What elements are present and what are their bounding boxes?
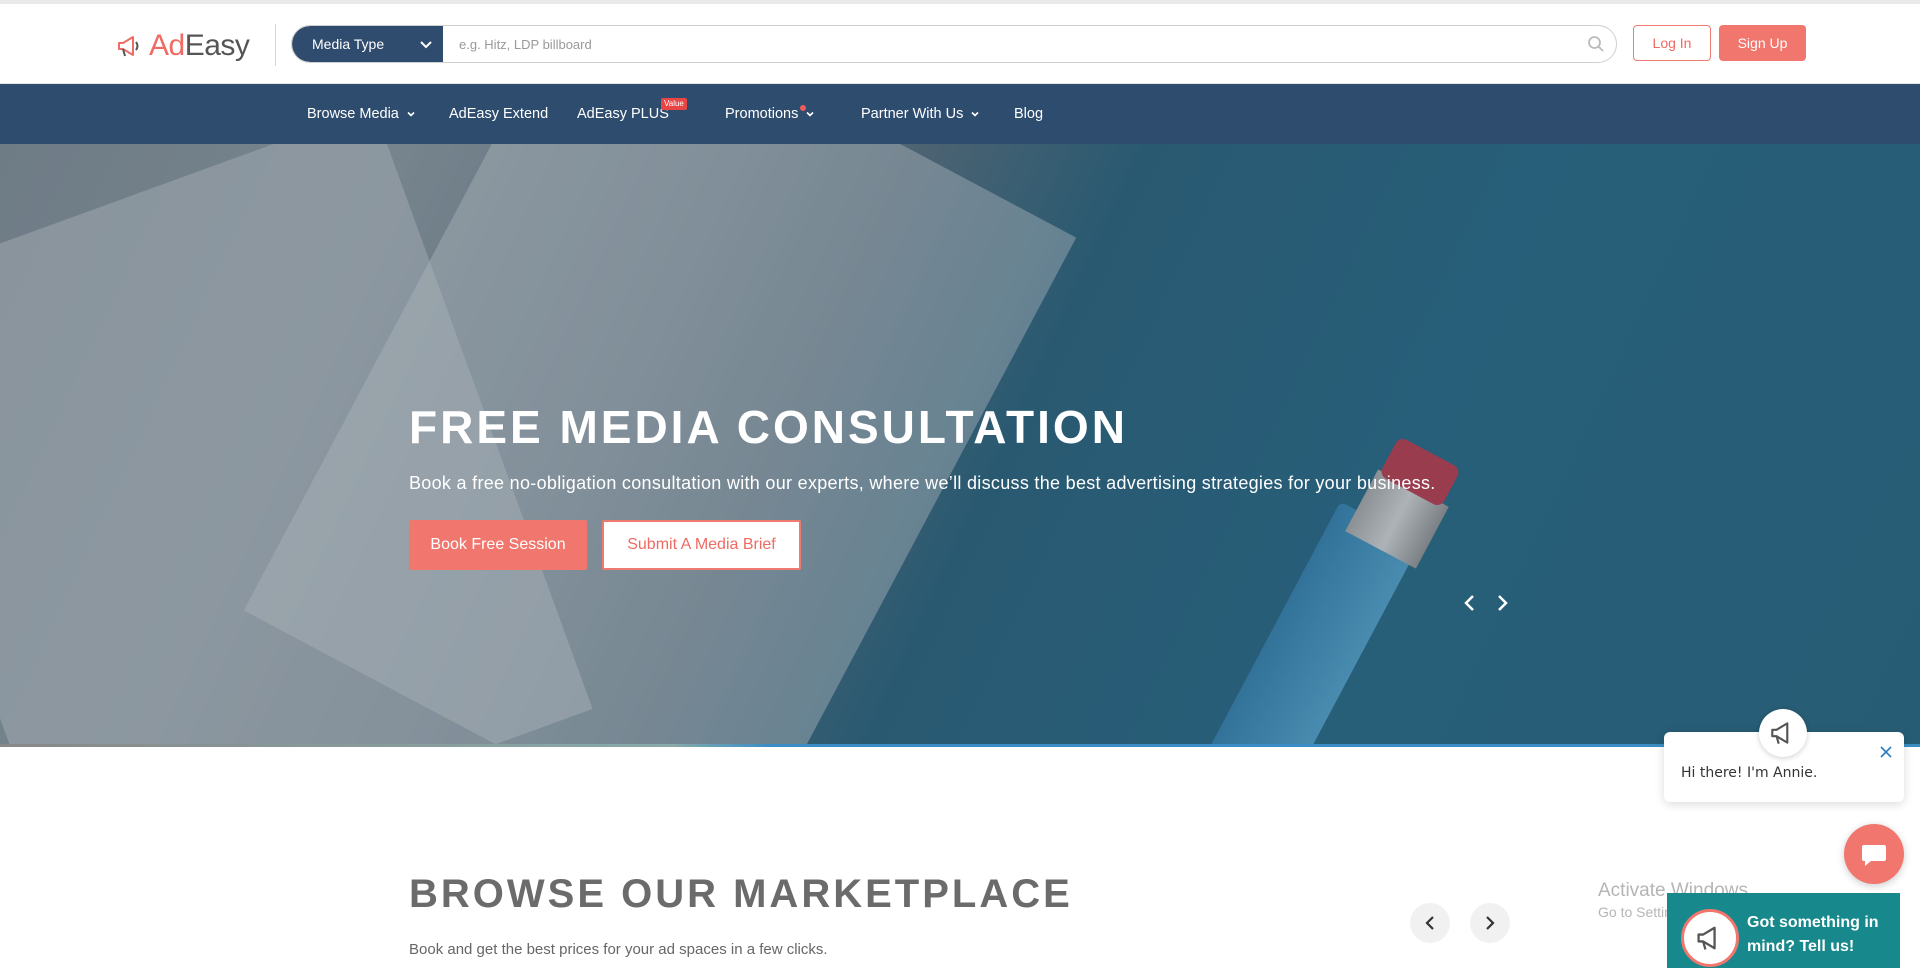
- chat-prompt-avatar: [1681, 909, 1739, 967]
- nav-item-adeasy-plus[interactable]: AdEasy PLUS Value: [577, 84, 687, 144]
- chat-icon: [1862, 845, 1886, 866]
- chevron-left-icon: [1464, 595, 1474, 611]
- media-type-dropdown[interactable]: Media Type: [292, 26, 443, 62]
- chat-prompt-text: Got something in mind? Tell us!: [1747, 914, 1879, 955]
- chat-launcher-button[interactable]: [1844, 824, 1904, 884]
- notification-dot: [800, 105, 806, 111]
- hero-title: FREE MEDIA CONSULTATION: [409, 401, 1128, 453]
- submit-media-brief-button[interactable]: Submit A Media Brief: [602, 520, 801, 570]
- nav-item-label: AdEasy Extend: [449, 106, 549, 122]
- value-badge: Value: [661, 98, 687, 110]
- hero-next-arrow[interactable]: [1491, 592, 1513, 614]
- chevron-right-icon: [1486, 916, 1495, 930]
- hero-prev-arrow[interactable]: [1459, 592, 1481, 614]
- header-divider: [275, 24, 276, 66]
- chevron-down-icon: [971, 111, 979, 117]
- nav-item-partner-with-us[interactable]: Partner With Us: [861, 84, 980, 144]
- search-bar: Media Type: [291, 25, 1617, 63]
- logo-text: AdEasy: [149, 29, 250, 63]
- hero-progress-line: [0, 744, 1920, 747]
- chevron-left-icon: [1425, 916, 1434, 930]
- nav-item-label: Blog: [1014, 106, 1044, 122]
- search-icon[interactable]: [1576, 35, 1616, 53]
- close-icon[interactable]: [1878, 744, 1894, 760]
- logo[interactable]: AdEasy: [115, 26, 250, 66]
- chevron-right-icon: [1498, 595, 1508, 611]
- media-type-label: Media Type: [312, 36, 385, 52]
- nav-item-label: Browse Media: [307, 106, 399, 122]
- nav-item-browse-media[interactable]: Browse Media: [307, 84, 416, 144]
- nav-item-adeasy-extend[interactable]: AdEasy Extend: [449, 84, 548, 144]
- nav-item-label: AdEasy PLUS: [577, 106, 669, 122]
- marketplace-prev-button[interactable]: [1410, 903, 1450, 943]
- main-nav: Browse Media AdEasy Extend AdEasy PLUS V…: [0, 84, 1920, 144]
- nav-item-promotions[interactable]: Promotions: [725, 84, 815, 144]
- logo-text-ad: Ad: [149, 29, 185, 62]
- nav-item-blog[interactable]: Blog: [1014, 84, 1043, 144]
- chevron-down-icon: [806, 111, 814, 117]
- marketplace-title: BROWSE OUR MARKETPLACE: [409, 872, 1073, 916]
- chat-greeting-text: Hi there! I'm Annie.: [1681, 765, 1818, 781]
- chevron-down-icon: [420, 41, 432, 49]
- hero-banner: FREE MEDIA CONSULTATION Book a free no-o…: [0, 144, 1920, 747]
- logo-text-easy: Easy: [184, 29, 250, 62]
- signup-button[interactable]: Sign Up: [1719, 25, 1806, 61]
- megaphone-icon: [118, 36, 139, 57]
- login-button[interactable]: Log In: [1633, 25, 1711, 61]
- book-free-session-button[interactable]: Book Free Session: [409, 520, 587, 570]
- site-header: AdEasy Media Type Log In Sign Up: [0, 4, 1920, 84]
- chevron-down-icon: [407, 111, 415, 117]
- chat-prompt-box[interactable]: Got something in mind? Tell us!: [1667, 893, 1900, 968]
- marketplace-subtitle: Book and get the best prices for your ad…: [409, 941, 828, 958]
- nav-item-label: Partner With Us: [861, 106, 964, 122]
- search-input[interactable]: [443, 26, 1576, 62]
- chat-avatar: [1759, 709, 1807, 757]
- marketplace-next-button[interactable]: [1470, 903, 1510, 943]
- nav-item-label: Promotions: [725, 106, 799, 122]
- megaphone-icon: [1697, 926, 1716, 950]
- megaphone-icon: [1771, 722, 1789, 745]
- hero-subtitle: Book a free no-obligation consultation w…: [409, 473, 1436, 493]
